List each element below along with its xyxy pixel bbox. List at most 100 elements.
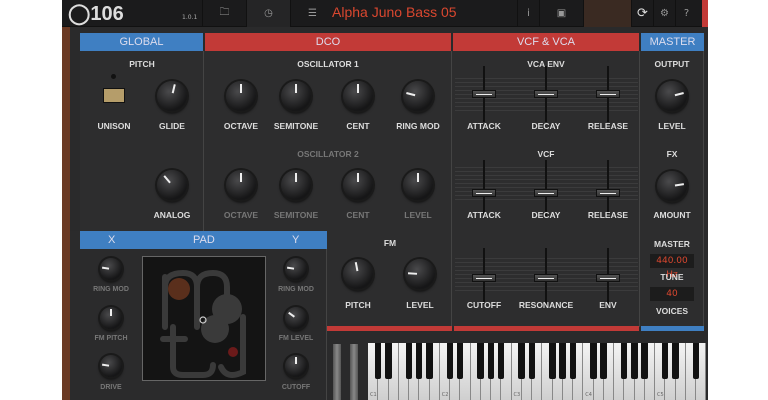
pad-x-fmpitch-knob[interactable]	[100, 307, 122, 329]
black-key[interactable]	[590, 343, 597, 379]
black-key[interactable]	[631, 343, 638, 379]
fm-level-knob[interactable]	[405, 259, 435, 289]
unison-button[interactable]	[103, 88, 125, 103]
knob-indicator	[240, 173, 242, 182]
black-key[interactable]	[456, 343, 464, 379]
osc2-cent-knob[interactable]	[343, 170, 373, 200]
analog-knob[interactable]	[157, 170, 187, 200]
black-key[interactable]	[446, 343, 454, 379]
slider-handle[interactable]	[472, 90, 496, 98]
output-level-label: LEVEL	[658, 121, 686, 131]
tune-display[interactable]: 440.00 Hz	[650, 254, 694, 280]
black-key[interactable]	[374, 343, 382, 379]
slider-handle[interactable]	[534, 90, 558, 98]
osc2-level-label: LEVEL	[404, 210, 432, 220]
camera-icon[interactable]: ▣	[539, 0, 583, 27]
fm-strip	[327, 326, 452, 331]
help-icon[interactable]: ?	[675, 0, 697, 27]
vcf-decay-slider[interactable]	[534, 160, 558, 216]
glide-knob[interactable]	[157, 81, 187, 111]
black-key[interactable]	[415, 343, 423, 379]
pad-y-ringmod-knob[interactable]	[285, 258, 307, 280]
black-key[interactable]	[661, 343, 669, 379]
octave-label: C1	[370, 392, 377, 398]
black-key[interactable]	[569, 343, 577, 379]
slider-handle[interactable]	[472, 274, 496, 283]
piano-keyboard[interactable]: C1 C2 C3 C4 C5	[368, 343, 707, 400]
osc1-octave-knob[interactable]	[226, 81, 256, 111]
cutoff-slider[interactable]	[472, 248, 496, 304]
osc2-label: OSCILLATOR 2	[297, 149, 359, 159]
glide-label: GLIDE	[159, 121, 185, 131]
osc1-ringmod-knob[interactable]	[403, 81, 433, 111]
fx-amount-knob[interactable]	[657, 171, 687, 201]
knob-indicator	[406, 92, 416, 97]
vcf-release-slider[interactable]	[596, 160, 620, 216]
black-key[interactable]	[405, 343, 413, 379]
output-level-knob[interactable]	[657, 81, 687, 111]
black-key[interactable]	[528, 343, 536, 379]
vcf-attack-slider[interactable]	[472, 160, 496, 216]
vcf-attack-label: ATTACK	[467, 210, 501, 220]
osc1-semitone-knob[interactable]	[281, 81, 311, 111]
global-panel	[80, 51, 204, 231]
pad-x-ringmod-knob[interactable]	[100, 258, 122, 280]
preset-name[interactable]: Alpha Juno Bass 05	[332, 4, 457, 20]
vca-decay-slider[interactable]	[534, 66, 558, 122]
black-key[interactable]	[426, 343, 433, 379]
knob-indicator	[295, 173, 297, 182]
slider-handle[interactable]	[596, 274, 620, 283]
section-vcf: VCF & VCA	[453, 33, 639, 51]
slider-handle[interactable]	[472, 188, 496, 197]
black-key[interactable]	[477, 343, 484, 379]
knob-indicator	[171, 84, 176, 94]
slider-handle[interactable]	[596, 90, 620, 98]
fm-label: FM	[383, 238, 397, 248]
version: 1.0.1	[182, 14, 198, 21]
black-key[interactable]	[641, 343, 648, 379]
pad-y-fmlevel-knob[interactable]	[285, 307, 307, 329]
slider-handle[interactable]	[596, 188, 620, 197]
fx-label: FX	[666, 149, 678, 159]
slider-handle[interactable]	[534, 188, 558, 197]
black-key[interactable]	[549, 343, 556, 379]
accent-strip	[702, 0, 708, 27]
black-key[interactable]	[518, 343, 525, 379]
slider-handle[interactable]	[534, 274, 558, 283]
info-icon[interactable]: i	[517, 0, 539, 27]
black-key[interactable]	[600, 343, 607, 379]
black-key[interactable]	[385, 343, 392, 379]
pad-y-cutoff-knob[interactable]	[285, 355, 307, 377]
fm-pitch-label: PITCH	[345, 300, 371, 310]
resonance-slider[interactable]	[534, 248, 558, 304]
vca-attack-slider[interactable]	[472, 66, 496, 122]
vca-release-slider[interactable]	[596, 66, 620, 122]
env-slider[interactable]	[596, 248, 620, 304]
black-key[interactable]	[692, 343, 700, 379]
xy-pad[interactable]	[142, 256, 266, 381]
clock-icon[interactable]: ◷	[246, 0, 290, 27]
top-bar: ◯106 1.0.1 🗀 ◷ ☰ Alpha Juno Bass 05 i ▣ …	[62, 0, 708, 27]
fm-pitch-knob[interactable]	[343, 259, 373, 289]
black-key[interactable]	[487, 343, 495, 379]
sliders-icon[interactable]: ☰	[290, 0, 334, 27]
osc2-semitone-knob[interactable]	[281, 170, 311, 200]
black-key[interactable]	[620, 343, 628, 379]
black-key[interactable]	[559, 343, 566, 379]
pitch-wheel[interactable]	[333, 344, 341, 400]
black-key[interactable]	[497, 343, 505, 379]
pad-x-drive-knob[interactable]	[100, 355, 122, 377]
black-key[interactable]	[672, 343, 679, 379]
mod-wheel[interactable]	[350, 344, 358, 400]
knob-indicator	[295, 357, 297, 364]
osc1-cent-knob[interactable]	[343, 81, 373, 111]
folder-icon[interactable]: 🗀	[202, 0, 246, 27]
osc2-level-knob[interactable]	[403, 170, 433, 200]
osc2-octave-knob[interactable]	[226, 170, 256, 200]
voices-display[interactable]: 40	[650, 287, 694, 301]
gear-icon[interactable]: ⚙	[653, 0, 675, 27]
power-icon[interactable]: ⟳	[631, 0, 653, 27]
section-dco: DCO	[205, 33, 451, 51]
osc2-semitone-label: SEMITONE	[273, 210, 319, 220]
knob-indicator	[240, 84, 242, 93]
